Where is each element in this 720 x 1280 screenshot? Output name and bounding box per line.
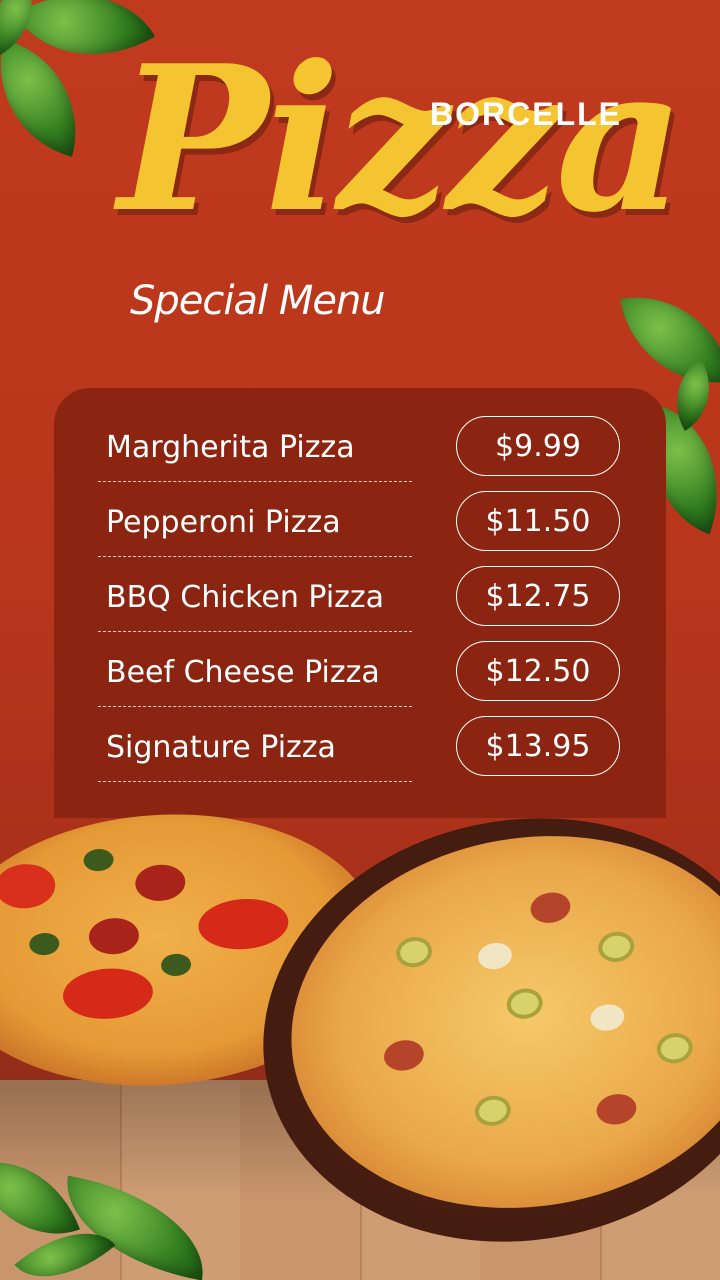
menu-item-margherita: Margherita Pizza $9.99 (54, 416, 666, 497)
price-badge: $12.50 (456, 641, 620, 701)
pepperoni-slice (528, 889, 573, 926)
price-badge: $11.50 (456, 491, 620, 551)
pepperoni-slice (87, 916, 141, 956)
olive-slice (393, 934, 435, 970)
olive-slice (595, 928, 637, 965)
pepperoni-slice (594, 1091, 639, 1128)
mushroom-slice (476, 940, 515, 972)
special-menu-subtitle: Special Menu (130, 278, 386, 324)
jalapeno-slice (82, 848, 115, 873)
menu-item-name: Pepperoni Pizza (106, 505, 341, 540)
price-badge: $13.95 (456, 716, 620, 776)
tomato-slice (196, 896, 291, 953)
dashed-divider (98, 706, 412, 707)
pizza-title: Pizza (118, 22, 685, 257)
dashed-divider (98, 481, 412, 482)
menu-item-signature: Signature Pizza $13.95 (54, 716, 666, 797)
olive-slice (504, 985, 546, 1022)
dashed-divider (98, 556, 412, 557)
menu-item-beef-cheese: Beef Cheese Pizza $12.50 (54, 641, 666, 722)
tomato-slice (0, 862, 57, 911)
tomato-slice (61, 965, 155, 1022)
menu-item-name: Beef Cheese Pizza (106, 655, 380, 690)
pepperoni-slice (381, 1037, 427, 1074)
menu-item-name: Margherita Pizza (106, 430, 355, 465)
menu-card: Margherita Pizza $9.99 Pepperoni Pizza $… (54, 388, 666, 818)
olive-slice (654, 1030, 696, 1067)
dashed-divider (98, 631, 412, 632)
menu-item-name: BBQ Chicken Pizza (106, 580, 385, 615)
price-badge: $9.99 (456, 416, 620, 476)
basil-leaf-icon (0, 39, 97, 157)
mushroom-slice (588, 1001, 627, 1034)
pizza-menu-poster: Pizza BORCELLE Special Menu Margherita P… (0, 0, 720, 1280)
dashed-divider (98, 781, 412, 782)
menu-item-bbq-chicken: BBQ Chicken Pizza $12.75 (54, 566, 666, 647)
brand-name: BORCELLE (430, 96, 622, 132)
pepperoni-slice (134, 863, 187, 903)
price-badge: $12.75 (456, 566, 620, 626)
menu-item-pepperoni: Pepperoni Pizza $11.50 (54, 491, 666, 572)
olive-slice (472, 1092, 514, 1129)
jalapeno-slice (28, 932, 61, 957)
jalapeno-slice (160, 952, 192, 977)
menu-item-name: Signature Pizza (106, 730, 336, 765)
